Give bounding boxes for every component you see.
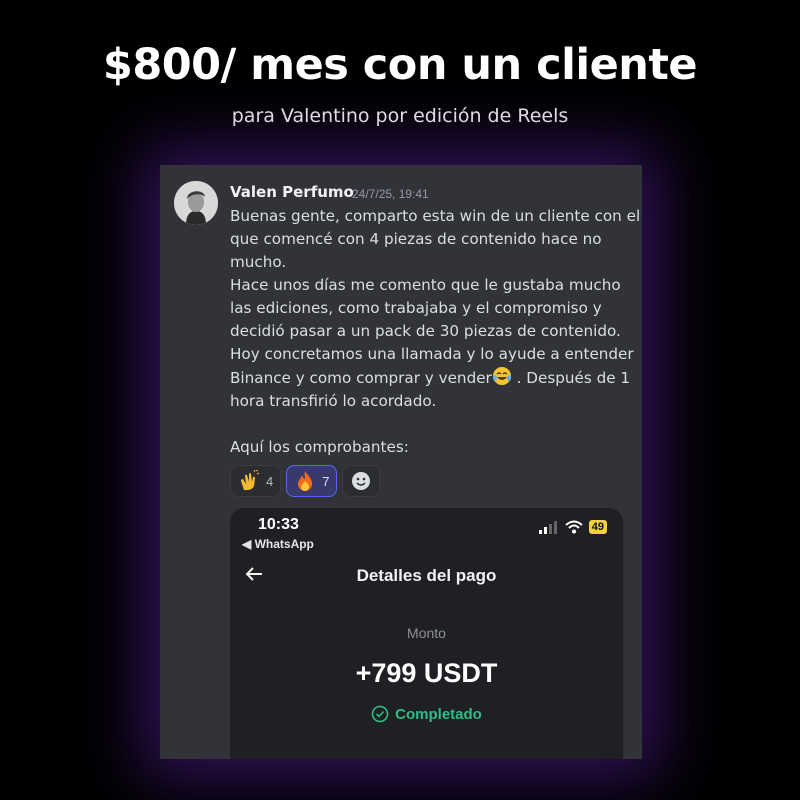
avatar[interactable] (174, 181, 218, 225)
status-bar-icons: 49 (538, 520, 607, 534)
headline: $800/ mes con un cliente (102, 40, 698, 90)
subheadline: para Valentino por edición de Reels (231, 105, 569, 127)
payment-screenshot: 10:33 ◀ WhatsApp 49 Detalles del pago Mo… (230, 508, 623, 759)
add-reaction-icon (352, 472, 371, 490)
reaction-clap[interactable]: 4 (230, 465, 282, 497)
battery-indicator: 49 (588, 520, 607, 534)
message-text: Binance y como comprar y vender (230, 369, 492, 387)
signal-icon (538, 521, 557, 534)
amount-value: +799 USDT (355, 658, 498, 688)
username[interactable]: Valen Perfumo (230, 183, 354, 201)
message-line: Hoy concretamos una llamada y lo ayude a… (230, 345, 634, 363)
message-line: las ediciones, como trabajaba y el compr… (230, 299, 602, 317)
message-text: . Después de 1 (511, 369, 631, 387)
discord-message-card: Valen Perfumo 24/7/25, 19:41 Buenas gent… (160, 165, 642, 759)
message-line: que comencé con 4 piezas de contenido ha… (230, 230, 602, 248)
reaction-count: 4 (266, 473, 274, 489)
payment-status: Completado (230, 705, 623, 723)
message-line: Aquí los comprobantes: (230, 438, 409, 456)
add-reaction-button[interactable] (342, 465, 381, 497)
message-line: mucho. (230, 253, 287, 271)
message-timestamp: 24/7/25, 19:41 (352, 187, 429, 201)
fire-emoji-icon (298, 471, 313, 491)
message-line: hora transfirió lo acordado. (230, 392, 437, 410)
joy-emoji-icon (492, 367, 511, 385)
clap-emoji-icon (241, 470, 260, 491)
check-circle-icon (371, 705, 389, 723)
reaction-count: 7 (322, 473, 330, 489)
payment-details-title: Detalles del pago (356, 566, 497, 585)
back-to-whatsapp-link[interactable]: ◀ WhatsApp (242, 537, 314, 551)
amount-label: Monto (407, 625, 446, 641)
reactions-bar: 4 7 (230, 465, 381, 497)
reaction-fire[interactable]: 7 (286, 465, 338, 497)
payment-status-label: Completado (395, 705, 482, 723)
message-line: Hace unos días me comento que le gustaba… (230, 276, 621, 294)
wifi-icon (565, 520, 583, 534)
message-line: decidió pasar a un pack de 30 piezas de … (230, 322, 621, 340)
user-photo-icon (174, 181, 218, 225)
message-line: Binance y como comprar y vender . Despué… (230, 366, 630, 390)
message-body: Buenas gente, comparto esta win de un cl… (230, 205, 641, 459)
message-line: Buenas gente, comparto esta win de un cl… (230, 207, 641, 225)
status-bar-time: 10:33 (258, 516, 299, 533)
